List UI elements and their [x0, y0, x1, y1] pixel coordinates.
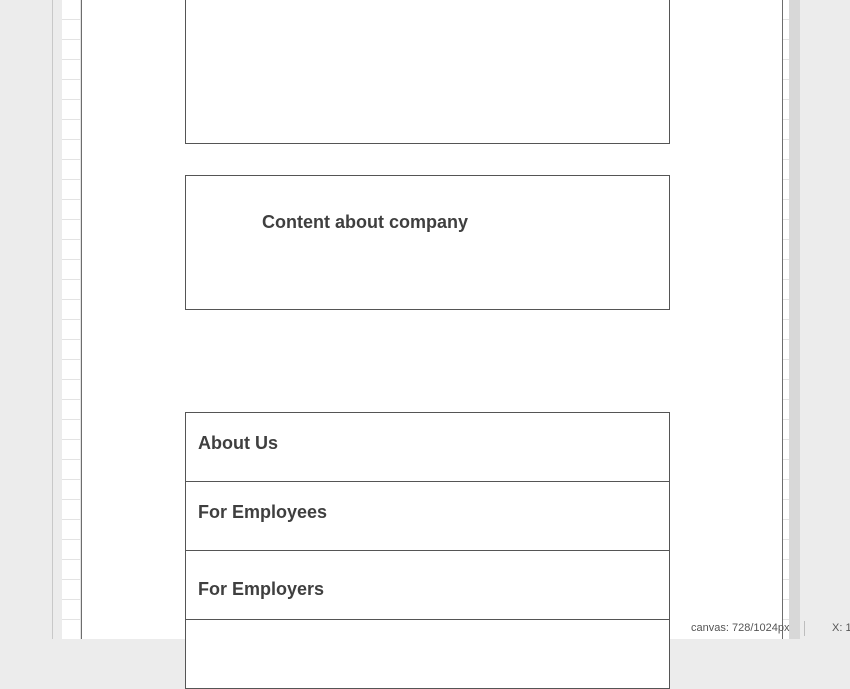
status-divider	[804, 621, 805, 636]
canvas-size-readout: canvas: 728/1024px	[691, 622, 790, 634]
nav-item-for-employees[interactable]: For Employees	[185, 481, 670, 551]
vertical-scrollbar[interactable]	[789, 0, 800, 639]
company-content-text: Content about company	[262, 212, 468, 232]
nav-item-label: About Us	[198, 433, 278, 453]
nav-item-label: For Employers	[198, 579, 325, 599]
nav-item-partial[interactable]	[185, 619, 670, 689]
right-grid-margin	[782, 0, 789, 639]
company-content-box[interactable]: Content about company	[185, 175, 670, 310]
navigation-list: About Us For Employees For Employers	[185, 412, 670, 689]
nav-item-for-employers[interactable]: For Employers	[185, 550, 670, 620]
image-placeholder-box[interactable]	[185, 0, 670, 144]
cursor-coordinates-readout: X: 1	[832, 622, 850, 634]
left-grid-margin	[62, 0, 82, 639]
nav-item-about-us[interactable]: About Us	[185, 412, 670, 482]
page-edge-line	[52, 0, 53, 639]
nav-item-label: For Employees	[198, 502, 328, 522]
status-bar: canvas: 728/1024px X: 1	[686, 620, 850, 639]
